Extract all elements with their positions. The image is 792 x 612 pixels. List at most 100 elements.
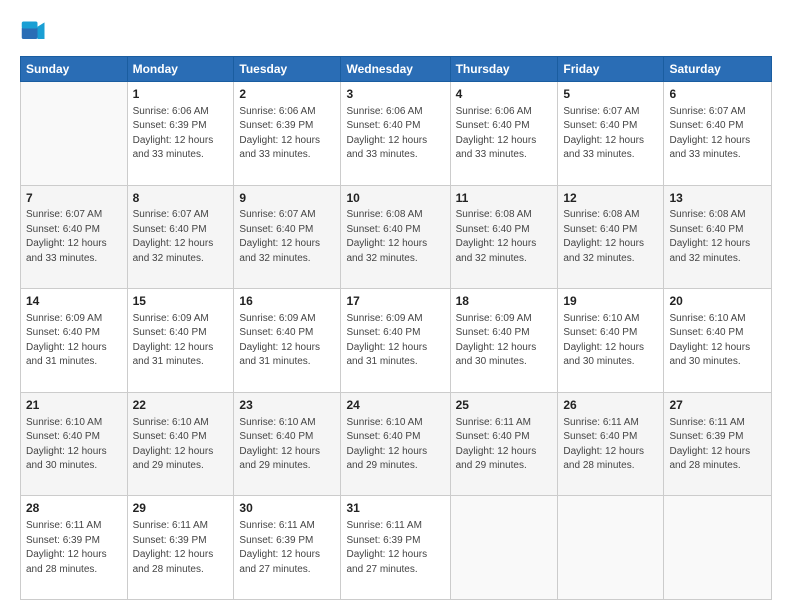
- day-number: 21: [26, 397, 122, 414]
- day-number: 14: [26, 293, 122, 310]
- calendar-cell: 15Sunrise: 6:09 AM Sunset: 6:40 PM Dayli…: [127, 289, 234, 393]
- weekday-saturday: Saturday: [664, 57, 772, 82]
- day-number: 19: [563, 293, 658, 310]
- calendar-cell: 11Sunrise: 6:08 AM Sunset: 6:40 PM Dayli…: [450, 185, 558, 289]
- calendar-cell: 5 Sunrise: 6:07 AM Sunset: 6:40 PM Daylig…: [558, 82, 664, 186]
- day-info: Sunrise: 6:09 AM Sunset: 6:40 PM Dayligh…: [26, 312, 122, 370]
- day-info: Sunrise: 6:07 AM Sunset: 6:40 PM Dayligh…: [669, 105, 766, 163]
- calendar-cell: 3 Sunrise: 6:06 AM Sunset: 6:40 PM Daylig…: [341, 82, 450, 186]
- day-info: Sunrise: 6:08 AM Sunset: 6:40 PM Dayligh…: [456, 208, 553, 266]
- calendar-week-row: 14 Sunrise: 6:09 AM Sunset: 6:40 PM Dayli…: [21, 289, 772, 393]
- calendar-cell: 4 Sunrise: 6:06 AM Sunset: 6:40 PM Daylig…: [450, 82, 558, 186]
- day-info: Sunrise: 6:07 AM Sunset: 6:40 PM Dayligh…: [563, 105, 658, 163]
- weekday-tuesday: Tuesday: [234, 57, 341, 82]
- calendar-cell: 7Sunrise: 6:07 AM Sunset: 6:40 PM Daylig…: [21, 185, 128, 289]
- day-info: Sunrise: 6:07 AM Sunset: 6:40 PM Dayligh…: [26, 208, 122, 266]
- day-info: Sunrise: 6:10 AM Sunset: 6:40 PM Dayligh…: [669, 312, 766, 370]
- calendar-cell: 9Sunrise: 6:07 AM Sunset: 6:40 PM Daylig…: [234, 185, 341, 289]
- day-number: 20: [669, 293, 766, 310]
- day-number: 28: [26, 500, 122, 517]
- weekday-monday: Monday: [127, 57, 234, 82]
- calendar-cell: 10Sunrise: 6:08 AM Sunset: 6:40 PM Dayli…: [341, 185, 450, 289]
- day-number: 24: [346, 397, 444, 414]
- day-number: 27: [669, 397, 766, 414]
- day-number: 23: [239, 397, 335, 414]
- day-info: Sunrise: 6:10 AM Sunset: 6:40 PM Dayligh…: [239, 416, 335, 474]
- day-info: Sunrise: 6:06 AM Sunset: 6:40 PM Dayligh…: [346, 105, 444, 163]
- day-info: Sunrise: 6:09 AM Sunset: 6:40 PM Dayligh…: [239, 312, 335, 370]
- calendar-cell: 16Sunrise: 6:09 AM Sunset: 6:40 PM Dayli…: [234, 289, 341, 393]
- calendar-cell: 26 Sunrise: 6:11 AM Sunset: 6:40 PM Dayli…: [558, 392, 664, 496]
- calendar-cell: 19Sunrise: 6:10 AM Sunset: 6:40 PM Dayli…: [558, 289, 664, 393]
- calendar-cell: 25 Sunrise: 6:11 AM Sunset: 6:40 PM Dayli…: [450, 392, 558, 496]
- day-info: Sunrise: 6:11 AM Sunset: 6:40 PM Dayligh…: [456, 416, 553, 474]
- calendar-cell: [450, 496, 558, 600]
- day-info: Sunrise: 6:09 AM Sunset: 6:40 PM Dayligh…: [456, 312, 553, 370]
- calendar-cell: 2 Sunrise: 6:06 AM Sunset: 6:39 PM Daylig…: [234, 82, 341, 186]
- day-number: 3: [346, 86, 444, 103]
- day-info: Sunrise: 6:07 AM Sunset: 6:40 PM Dayligh…: [239, 208, 335, 266]
- calendar-week-row: 21 Sunrise: 6:10 AM Sunset: 6:40 PM Dayli…: [21, 392, 772, 496]
- weekday-sunday: Sunday: [21, 57, 128, 82]
- day-info: Sunrise: 6:10 AM Sunset: 6:40 PM Dayligh…: [133, 416, 229, 474]
- day-info: Sunrise: 6:08 AM Sunset: 6:40 PM Dayligh…: [669, 208, 766, 266]
- calendar-cell: 14 Sunrise: 6:09 AM Sunset: 6:40 PM Dayli…: [21, 289, 128, 393]
- calendar-cell: 6 Sunrise: 6:07 AM Sunset: 6:40 PM Daylig…: [664, 82, 772, 186]
- day-number: 29: [133, 500, 229, 517]
- calendar-week-row: 28 Sunrise: 6:11 AM Sunset: 6:39 PM Dayli…: [21, 496, 772, 600]
- calendar-cell: 30 Sunrise: 6:11 AM Sunset: 6:39 PM Dayli…: [234, 496, 341, 600]
- day-info: Sunrise: 6:11 AM Sunset: 6:39 PM Dayligh…: [669, 416, 766, 474]
- calendar-cell: 24Sunrise: 6:10 AM Sunset: 6:40 PM Dayli…: [341, 392, 450, 496]
- day-info: Sunrise: 6:11 AM Sunset: 6:39 PM Dayligh…: [346, 519, 444, 577]
- day-number: 22: [133, 397, 229, 414]
- calendar-cell: 27 Sunrise: 6:11 AM Sunset: 6:39 PM Dayli…: [664, 392, 772, 496]
- calendar-cell: 23 Sunrise: 6:10 AM Sunset: 6:40 PM Dayli…: [234, 392, 341, 496]
- day-info: Sunrise: 6:08 AM Sunset: 6:40 PM Dayligh…: [346, 208, 444, 266]
- logo-icon: [20, 18, 48, 46]
- weekday-header-row: SundayMondayTuesdayWednesdayThursdayFrid…: [21, 57, 772, 82]
- calendar-cell: 13Sunrise: 6:08 AM Sunset: 6:40 PM Dayli…: [664, 185, 772, 289]
- day-info: Sunrise: 6:09 AM Sunset: 6:40 PM Dayligh…: [346, 312, 444, 370]
- calendar-cell: 20 Sunrise: 6:10 AM Sunset: 6:40 PM Dayli…: [664, 289, 772, 393]
- day-info: Sunrise: 6:10 AM Sunset: 6:40 PM Dayligh…: [26, 416, 122, 474]
- calendar-cell: 31 Sunrise: 6:11 AM Sunset: 6:39 PM Dayli…: [341, 496, 450, 600]
- day-number: 17: [346, 293, 444, 310]
- day-info: Sunrise: 6:11 AM Sunset: 6:39 PM Dayligh…: [239, 519, 335, 577]
- day-info: Sunrise: 6:06 AM Sunset: 6:40 PM Dayligh…: [456, 105, 553, 163]
- page: SundayMondayTuesdayWednesdayThursdayFrid…: [0, 0, 792, 612]
- day-number: 4: [456, 86, 553, 103]
- calendar-week-row: 7Sunrise: 6:07 AM Sunset: 6:40 PM Daylig…: [21, 185, 772, 289]
- day-number: 26: [563, 397, 658, 414]
- day-number: 31: [346, 500, 444, 517]
- calendar-cell: 8Sunrise: 6:07 AM Sunset: 6:40 PM Daylig…: [127, 185, 234, 289]
- weekday-friday: Friday: [558, 57, 664, 82]
- calendar-cell: 17 Sunrise: 6:09 AM Sunset: 6:40 PM Dayli…: [341, 289, 450, 393]
- day-number: 12: [563, 190, 658, 207]
- day-number: 30: [239, 500, 335, 517]
- logo: [20, 18, 52, 46]
- day-info: Sunrise: 6:08 AM Sunset: 6:40 PM Dayligh…: [563, 208, 658, 266]
- calendar-week-row: 1 Sunrise: 6:06 AM Sunset: 6:39 PM Daylig…: [21, 82, 772, 186]
- day-number: 6: [669, 86, 766, 103]
- calendar-cell: 12Sunrise: 6:08 AM Sunset: 6:40 PM Dayli…: [558, 185, 664, 289]
- calendar-cell: 22 Sunrise: 6:10 AM Sunset: 6:40 PM Dayli…: [127, 392, 234, 496]
- calendar-cell: 28 Sunrise: 6:11 AM Sunset: 6:39 PM Dayli…: [21, 496, 128, 600]
- day-number: 1: [133, 86, 229, 103]
- weekday-thursday: Thursday: [450, 57, 558, 82]
- day-number: 15: [133, 293, 229, 310]
- day-number: 8: [133, 190, 229, 207]
- calendar-cell: [558, 496, 664, 600]
- day-info: Sunrise: 6:11 AM Sunset: 6:39 PM Dayligh…: [133, 519, 229, 577]
- day-number: 25: [456, 397, 553, 414]
- calendar-cell: 21 Sunrise: 6:10 AM Sunset: 6:40 PM Dayli…: [21, 392, 128, 496]
- day-info: Sunrise: 6:11 AM Sunset: 6:39 PM Dayligh…: [26, 519, 122, 577]
- day-number: 2: [239, 86, 335, 103]
- calendar-cell: 1 Sunrise: 6:06 AM Sunset: 6:39 PM Daylig…: [127, 82, 234, 186]
- calendar-cell: [664, 496, 772, 600]
- day-info: Sunrise: 6:11 AM Sunset: 6:40 PM Dayligh…: [563, 416, 658, 474]
- day-info: Sunrise: 6:06 AM Sunset: 6:39 PM Dayligh…: [133, 105, 229, 163]
- day-number: 10: [346, 190, 444, 207]
- day-number: 11: [456, 190, 553, 207]
- day-number: 5: [563, 86, 658, 103]
- day-info: Sunrise: 6:06 AM Sunset: 6:39 PM Dayligh…: [239, 105, 335, 163]
